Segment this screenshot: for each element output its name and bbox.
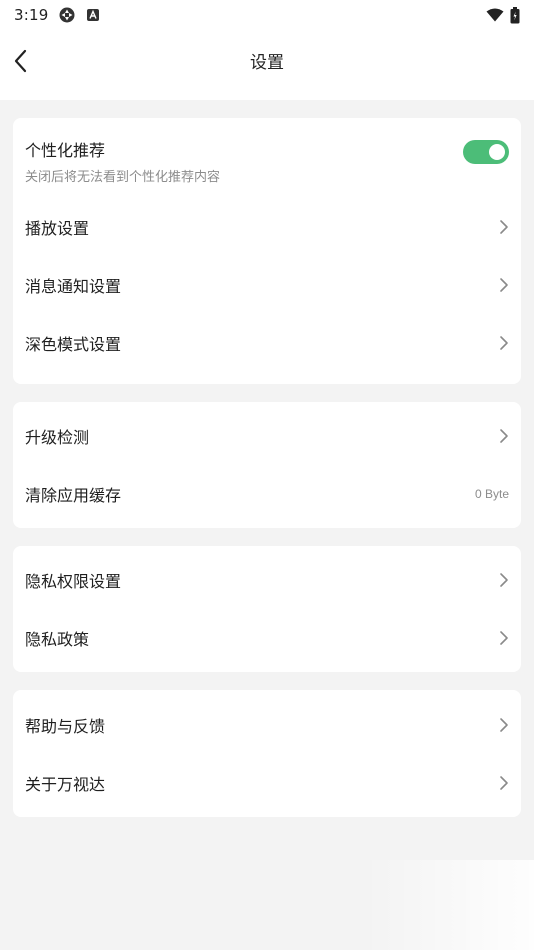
back-button[interactable]	[6, 48, 36, 78]
chevron-right-icon	[499, 775, 509, 791]
chevron-right-icon	[499, 335, 509, 351]
cache-size-value: 0 Byte	[474, 487, 509, 501]
clear-cache-label: 清除应用缓存	[25, 486, 122, 505]
about-label: 关于万视达	[25, 775, 106, 794]
about-row[interactable]: 关于万视达	[13, 754, 521, 812]
notification-settings-label: 消息通知设置	[25, 277, 122, 296]
privacy-permissions-label: 隐私权限设置	[25, 572, 122, 591]
page-title: 设置	[250, 53, 284, 73]
bottom-glow	[364, 860, 534, 950]
help-feedback-label: 帮助与反馈	[25, 717, 106, 736]
settings-group-app: 升级检测 清除应用缓存 0 Byte	[13, 402, 521, 528]
personal-recommend-right	[463, 140, 509, 164]
status-right	[486, 6, 520, 24]
privacy-policy-label: 隐私政策	[25, 630, 90, 649]
clear-cache-row[interactable]: 清除应用缓存 0 Byte	[13, 465, 521, 523]
help-feedback-row[interactable]: 帮助与反馈	[13, 696, 521, 754]
toggle-knob	[489, 144, 505, 160]
status-left: 3:19	[14, 6, 100, 24]
personal-recommend-toggle[interactable]	[463, 140, 509, 164]
settings-page: 3:19 设置 个性化推荐 关闭后将无法看到个性化推荐内容 播放设置 消息通知设…	[0, 0, 534, 950]
playback-settings-row[interactable]: 播放设置	[13, 198, 521, 256]
notification-settings-row[interactable]: 消息通知设置	[13, 256, 521, 314]
wifi-icon	[486, 8, 504, 22]
settings-group-privacy: 隐私权限设置 隐私政策	[13, 546, 521, 672]
status-time: 3:19	[14, 6, 49, 24]
personal-recommend-label: 个性化推荐	[25, 141, 106, 160]
chevron-right-icon	[499, 717, 509, 733]
chevron-left-icon	[13, 49, 29, 77]
chevron-right-icon	[499, 428, 509, 444]
sync-icon	[58, 6, 76, 24]
upgrade-check-row[interactable]: 升级检测	[13, 407, 521, 465]
dark-mode-settings-row[interactable]: 深色模式设置	[13, 314, 521, 372]
chevron-right-icon	[499, 630, 509, 646]
privacy-policy-row[interactable]: 隐私政策	[13, 609, 521, 667]
personal-recommend-row: 个性化推荐 关闭后将无法看到个性化推荐内容	[13, 118, 521, 198]
chevron-right-icon	[499, 572, 509, 588]
settings-group-about: 帮助与反馈 关于万视达	[13, 690, 521, 817]
playback-settings-label: 播放设置	[25, 219, 90, 238]
status-bar: 3:19	[0, 0, 534, 30]
battery-icon	[510, 6, 520, 24]
settings-group-general: 个性化推荐 关闭后将无法看到个性化推荐内容 播放设置 消息通知设置 深色模式设置	[13, 118, 521, 384]
a-badge-icon	[86, 8, 100, 22]
upgrade-check-label: 升级检测	[25, 428, 90, 447]
personal-recommend-texts: 个性化推荐 关闭后将无法看到个性化推荐内容	[25, 137, 220, 185]
personal-recommend-description: 关闭后将无法看到个性化推荐内容	[25, 170, 221, 185]
chevron-right-icon	[499, 219, 509, 235]
chevron-right-icon	[499, 277, 509, 293]
dark-mode-settings-label: 深色模式设置	[25, 335, 122, 354]
header-bar: 设置	[0, 30, 534, 100]
privacy-permissions-row[interactable]: 隐私权限设置	[13, 551, 521, 609]
